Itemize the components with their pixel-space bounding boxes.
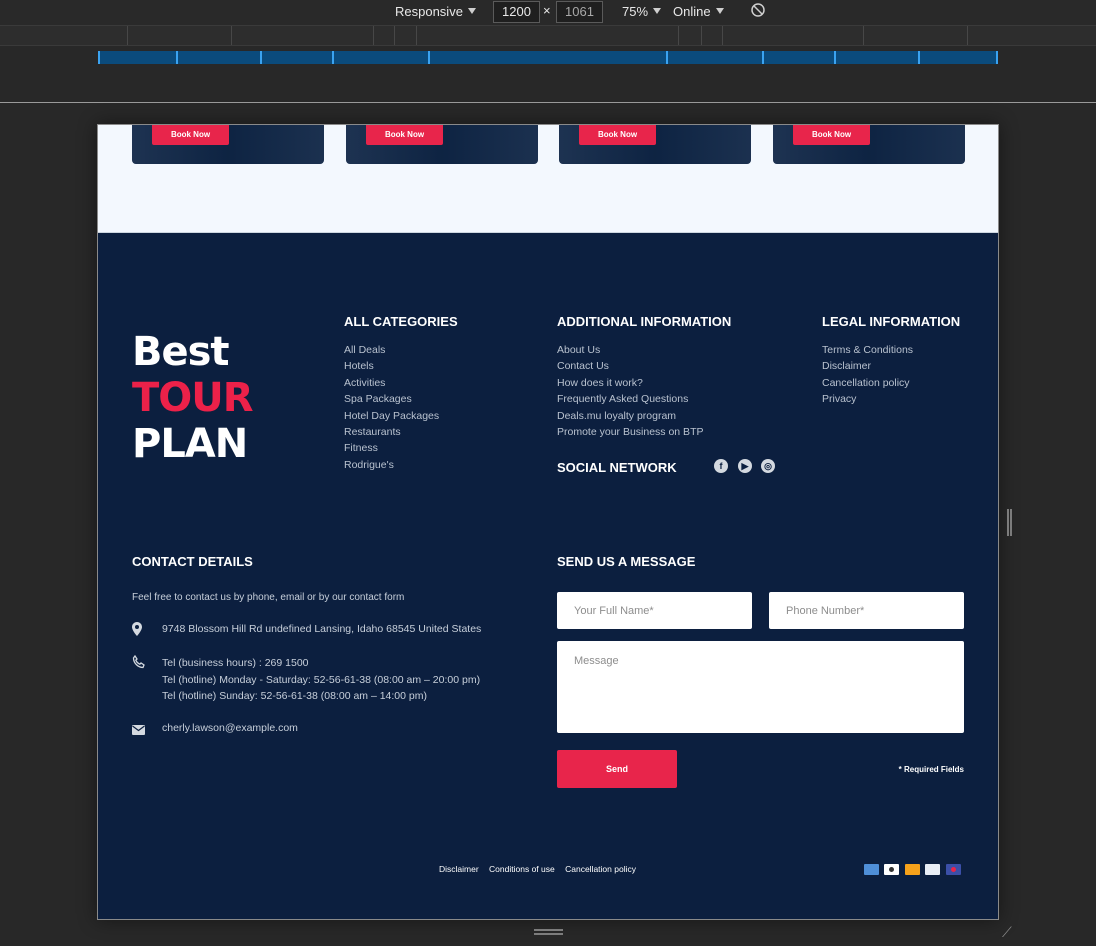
book-now-button[interactable]: Book Now — [579, 125, 656, 145]
zoom-dropdown[interactable]: 75% — [622, 4, 662, 19]
contact-phone-business[interactable]: Tel (business hours) : 269 1500 — [162, 657, 309, 669]
message-textarea[interactable] — [557, 641, 964, 733]
categories-link[interactable]: Spa Packages — [344, 391, 439, 407]
deals-section: Book Now Book Now Book Now Book Now — [98, 125, 998, 233]
send-button[interactable]: Send — [557, 750, 677, 788]
send-message-heading: SEND US A MESSAGE — [557, 554, 696, 569]
logo-line-plan: PLAN — [132, 421, 248, 467]
categories-link[interactable]: All Deals — [344, 342, 439, 358]
additional-info-link[interactable]: How does it work? — [557, 375, 703, 391]
legal-info-list: Terms & Conditions Disclaimer Cancellati… — [822, 342, 913, 408]
contact-address: 9748 Blossom Hill Rd undefined Lansing, … — [162, 623, 482, 635]
throttle-label: Online — [673, 4, 711, 19]
deal-card[interactable]: Book Now — [346, 125, 538, 164]
categories-link[interactable]: Fitness — [344, 440, 439, 456]
legal-info-heading: LEGAL INFORMATION — [822, 314, 961, 329]
zoom-label: 75% — [622, 4, 649, 19]
categories-link[interactable]: Restaurants — [344, 424, 439, 440]
chevron-down-icon — [715, 8, 724, 14]
bottom-link-conditions[interactable]: Conditions of use — [489, 864, 555, 874]
chevron-down-icon — [653, 8, 662, 14]
categories-list: All Deals Hotels Activities Spa Packages… — [344, 342, 439, 473]
additional-info-link[interactable]: About Us — [557, 342, 703, 358]
mastercard-icon — [946, 864, 961, 875]
device-dropdown[interactable]: Responsive — [395, 4, 476, 19]
facebook-icon[interactable]: f — [714, 459, 728, 473]
youtube-icon[interactable]: ▶ — [738, 459, 752, 473]
additional-info-link[interactable]: Contact Us — [557, 358, 703, 374]
ruler-divider — [0, 102, 1096, 103]
device-label: Responsive — [395, 4, 463, 19]
categories-heading: ALL CATEGORIES — [344, 314, 458, 329]
dimension-separator: × — [543, 3, 551, 18]
amex-icon — [864, 864, 879, 875]
contact-email[interactable]: cherly.lawson@example.com — [162, 722, 298, 734]
full-name-input[interactable] — [557, 592, 752, 629]
additional-info-link[interactable]: Promote your Business on BTP — [557, 424, 703, 440]
deal-card[interactable]: Book Now — [773, 125, 965, 164]
paypal-icon — [925, 864, 940, 875]
legal-info-link[interactable]: Terms & Conditions — [822, 342, 913, 358]
deal-card[interactable]: Book Now — [559, 125, 751, 164]
mail-icon — [132, 722, 145, 740]
contact-phone-weekday[interactable]: Tel (hotline) Monday - Saturday: 52-56-6… — [162, 674, 480, 686]
resize-handle-right[interactable] — [1007, 509, 1012, 536]
bottom-links: Disclaimer Conditions of use Cancellatio… — [439, 864, 644, 874]
categories-link[interactable]: Rodrigue's — [344, 457, 439, 473]
book-now-button[interactable]: Book Now — [366, 125, 443, 145]
chevron-down-icon — [467, 8, 476, 14]
categories-link[interactable]: Activities — [344, 375, 439, 391]
legal-info-link[interactable]: Privacy — [822, 391, 913, 407]
contact-phone-sunday[interactable]: Tel (hotline) Sunday: 52-56-61-38 (08:00… — [162, 690, 427, 702]
width-input[interactable]: 1200 — [493, 1, 540, 23]
logo-line-best: Best — [132, 329, 230, 375]
site-logo[interactable]: Best TOUR PLAN — [132, 329, 254, 467]
legal-info-link[interactable]: Disclaimer — [822, 358, 913, 374]
phone-icon — [132, 654, 146, 674]
book-now-button[interactable]: Book Now — [793, 125, 870, 145]
instagram-icon[interactable]: ◎ — [761, 459, 775, 473]
bitcoin-icon — [905, 864, 920, 875]
devtools-toolbar: Responsive 1200 × 1061 75% Online — [0, 0, 1096, 25]
resize-handle-bottom[interactable] — [534, 929, 563, 935]
required-fields-note: * Required Fields — [898, 765, 964, 774]
categories-link[interactable]: Hotel Day Packages — [344, 408, 439, 424]
bottom-link-disclaimer[interactable]: Disclaimer — [439, 864, 479, 874]
breakpoint-ruler — [0, 25, 1096, 46]
social-network-heading: SOCIAL NETWORK — [557, 460, 677, 475]
location-pin-icon — [132, 622, 142, 641]
additional-info-link[interactable]: Frequently Asked Questions — [557, 391, 703, 407]
media-query-bar[interactable] — [98, 51, 998, 64]
rotate-icon[interactable] — [750, 2, 766, 21]
height-input[interactable]: 1061 — [556, 1, 603, 23]
logo-line-tour: TOUR — [132, 375, 254, 421]
legal-info-link[interactable]: Cancellation policy — [822, 375, 913, 391]
additional-info-link[interactable]: Deals.mu loyalty program — [557, 408, 703, 424]
page-viewport: Book Now Book Now Book Now Book Now Best… — [97, 124, 999, 920]
card-icon — [884, 864, 899, 875]
categories-link[interactable]: Hotels — [344, 358, 439, 374]
resize-corner-icon[interactable]: ⟋ — [1002, 924, 1012, 941]
contact-details-heading: CONTACT DETAILS — [132, 554, 253, 569]
deal-card[interactable]: Book Now — [132, 125, 324, 164]
additional-info-list: About Us Contact Us How does it work? Fr… — [557, 342, 703, 440]
phone-number-input[interactable] — [769, 592, 964, 629]
bottom-link-cancellation[interactable]: Cancellation policy — [565, 864, 636, 874]
contact-intro: Feel free to contact us by phone, email … — [132, 592, 405, 603]
throttle-dropdown[interactable]: Online — [673, 4, 724, 19]
book-now-button[interactable]: Book Now — [152, 125, 229, 145]
additional-info-heading: ADDITIONAL INFORMATION — [557, 314, 732, 329]
